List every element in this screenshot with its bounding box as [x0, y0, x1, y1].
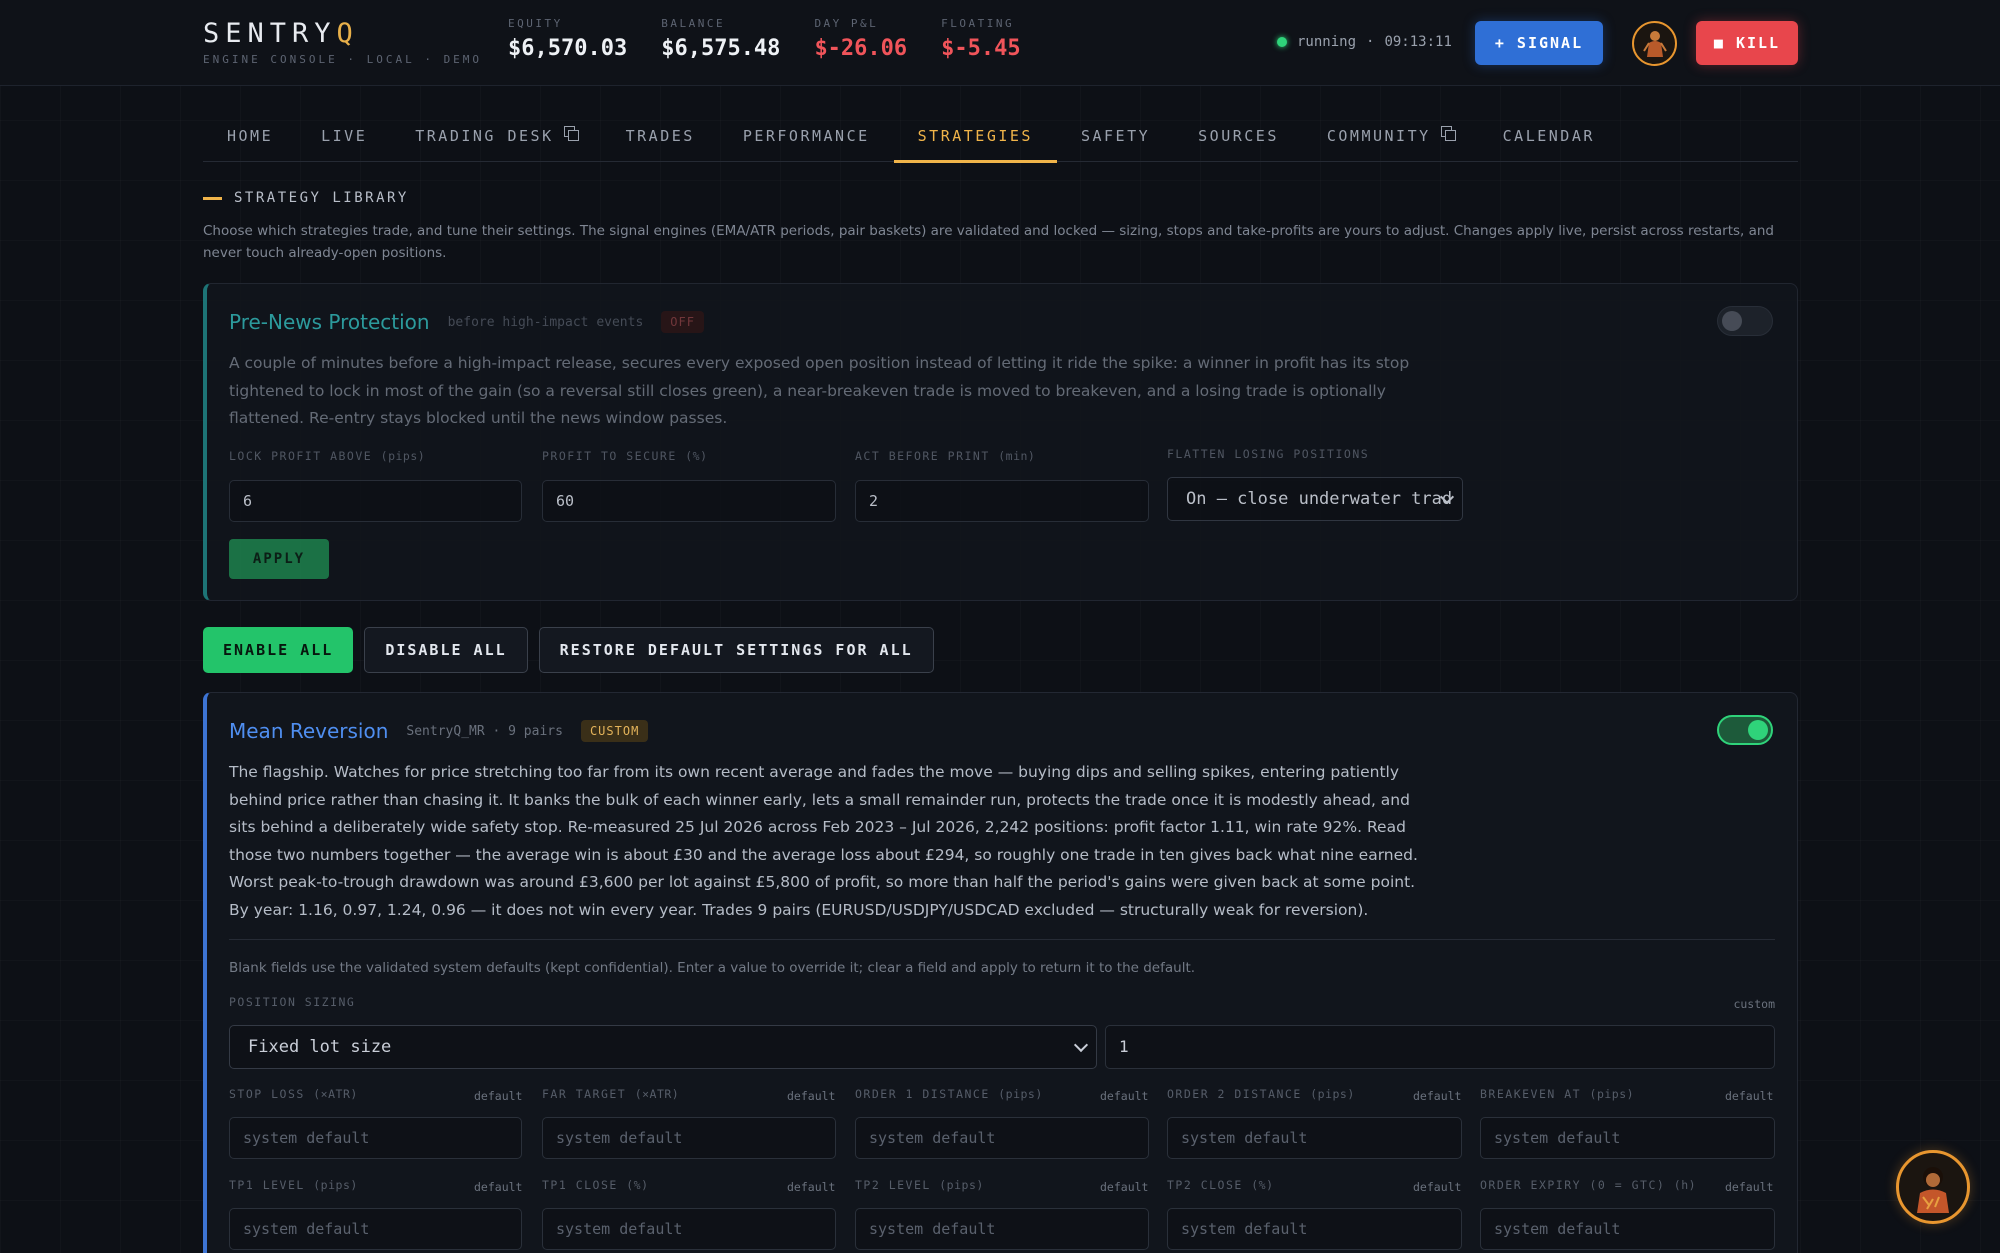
field-label: ORDER 2 DISTANCE (pips): [1167, 1087, 1355, 1101]
strategy-toggle[interactable]: [1717, 715, 1773, 745]
tp1-close-input[interactable]: system default: [542, 1208, 836, 1250]
external-window-icon: [1440, 126, 1456, 141]
brand: SENTRYQ ENGINE CONSOLE · LOCAL · DEMO: [203, 18, 482, 66]
stat-day-pnl: DAY P&L $-26.06: [814, 17, 908, 61]
tab-performance[interactable]: PERFORMANCE: [719, 110, 894, 162]
field-label: BREAKEVEN AT (pips): [1480, 1087, 1635, 1101]
field-label: ORDER EXPIRY (0 = GTC) (h): [1480, 1178, 1697, 1192]
stat-floating: FLOATING $-5.45: [941, 17, 1021, 61]
lock-profit-input[interactable]: 6: [229, 480, 522, 522]
card-meta: SentryQ_MR · 9 pairs: [406, 723, 563, 739]
default-tag: default: [1413, 1089, 1462, 1103]
chevron-down-icon: [1073, 1037, 1089, 1053]
card-header: Pre-News Protection before high-impact e…: [229, 310, 704, 334]
account-stats: EQUITY $6,570.03 BALANCE $6,575.48 DAY P&L…: [508, 17, 1021, 61]
order2-distance-input[interactable]: system default: [1167, 1117, 1462, 1159]
field-label: ORDER 1 DISTANCE (pips): [855, 1087, 1043, 1101]
flatten-losing-select[interactable]: On — close underwater trad: [1167, 477, 1463, 521]
engine-status: running · 09:13:11: [1277, 34, 1452, 50]
bulk-actions: ENABLE ALL DISABLE ALL RESTORE DEFAULT S…: [203, 627, 934, 673]
tab-home[interactable]: HOME: [203, 110, 297, 162]
toggle-knob: [1748, 720, 1768, 740]
toggle-knob: [1722, 311, 1742, 331]
trader-avatar-icon[interactable]: [1632, 21, 1677, 66]
stat-balance: BALANCE $6,575.48: [661, 17, 781, 61]
tab-calendar[interactable]: CALENDAR: [1479, 110, 1619, 162]
card-description: The flagship. Watches for price stretchi…: [229, 763, 1418, 919]
tp1-level-input[interactable]: system default: [229, 1208, 522, 1250]
tab-safety[interactable]: SAFETY: [1057, 110, 1174, 162]
tp2-level-input[interactable]: system default: [855, 1208, 1149, 1250]
field-label: STOP LOSS (×ATR): [229, 1087, 358, 1101]
default-tag: default: [787, 1089, 836, 1103]
stop-loss-input[interactable]: system default: [229, 1117, 522, 1159]
apply-button[interactable]: APPLY: [229, 539, 329, 579]
card-title: Mean Reversion: [229, 719, 389, 743]
tab-trading-desk[interactable]: TRADING DESK: [391, 110, 601, 162]
signal-button[interactable]: + SIGNAL: [1475, 21, 1603, 65]
position-sizing-select[interactable]: Fixed lot size: [229, 1025, 1097, 1069]
field-label: TP2 CLOSE (%): [1167, 1178, 1274, 1192]
restore-defaults-button[interactable]: RESTORE DEFAULT SETTINGS FOR ALL: [538, 627, 934, 673]
default-tag: default: [787, 1180, 836, 1194]
card-header: Mean Reversion SentryQ_MR · 9 pairs CUST…: [229, 719, 649, 743]
field-label: POSITION SIZING: [229, 995, 356, 1009]
field-label: PROFIT TO SECURE (%): [542, 449, 708, 463]
stat-equity: EQUITY $6,570.03: [508, 17, 628, 61]
section-description: Choose which strategies trade, and tune …: [203, 223, 1774, 261]
assistant-avatar-icon[interactable]: [1896, 1150, 1970, 1224]
default-tag: default: [474, 1180, 523, 1194]
mean-reversion-card: Mean Reversion SentryQ_MR · 9 pairs CUST…: [203, 692, 1798, 1253]
enable-all-button[interactable]: ENABLE ALL: [203, 627, 354, 673]
external-window-icon: [563, 126, 579, 141]
tp2-close-input[interactable]: system default: [1167, 1208, 1462, 1250]
default-tag: default: [1100, 1180, 1149, 1194]
field-label: TP2 LEVEL (pips): [855, 1178, 984, 1192]
disable-all-button[interactable]: DISABLE ALL: [364, 627, 528, 673]
brand-logo: SENTRYQ: [203, 18, 359, 49]
field-label: TP1 CLOSE (%): [542, 1178, 649, 1192]
card-title: Pre-News Protection: [229, 310, 430, 334]
kill-button[interactable]: ■ KILL: [1696, 21, 1798, 65]
order-expiry-input[interactable]: system default: [1480, 1208, 1775, 1250]
custom-tag: custom: [1733, 997, 1775, 1011]
card-description: A couple of minutes before a high-impact…: [229, 354, 1410, 427]
defaults-hint: Blank fields use the validated system de…: [229, 960, 1196, 976]
tab-live[interactable]: LIVE: [297, 110, 391, 162]
pre-news-card: Pre-News Protection before high-impact e…: [203, 283, 1798, 601]
main-nav: HOME LIVE TRADING DESK TRADES PERFORMANC…: [203, 110, 1798, 163]
tab-sources[interactable]: SOURCES: [1174, 110, 1303, 162]
status-badge: CUSTOM: [580, 720, 649, 742]
lot-size-input[interactable]: 1: [1105, 1025, 1775, 1069]
breakeven-input[interactable]: system default: [1480, 1117, 1775, 1159]
act-before-print-input[interactable]: 2: [855, 480, 1149, 522]
default-tag: default: [1725, 1089, 1774, 1103]
strategy-toggle[interactable]: [1717, 306, 1773, 336]
profit-to-secure-input[interactable]: 60: [542, 480, 836, 522]
tab-strategies[interactable]: STRATEGIES: [893, 110, 1058, 163]
field-label: FLATTEN LOSING POSITIONS: [1167, 447, 1370, 461]
brand-subtitle: ENGINE CONSOLE · LOCAL · DEMO: [203, 53, 483, 66]
status-badge: OFF: [661, 311, 704, 333]
status-clock: 09:13:11: [1384, 34, 1452, 50]
default-tag: default: [474, 1089, 523, 1103]
far-target-input[interactable]: system default: [542, 1117, 836, 1159]
section-title: STRATEGY LIBRARY: [203, 190, 409, 206]
default-tag: default: [1413, 1180, 1462, 1194]
field-label: FAR TARGET (×ATR): [542, 1087, 680, 1101]
tab-trades[interactable]: TRADES: [602, 110, 719, 162]
top-bar: SENTRYQ ENGINE CONSOLE · LOCAL · DEMO EQ…: [0, 0, 2000, 86]
field-label: TP1 LEVEL (pips): [229, 1178, 358, 1192]
default-tag: default: [1725, 1180, 1774, 1194]
card-meta: before high-impact events: [447, 314, 644, 330]
divider: [229, 939, 1775, 940]
field-label: ACT BEFORE PRINT (min): [855, 449, 1036, 463]
order1-distance-input[interactable]: system default: [855, 1117, 1149, 1159]
tab-community[interactable]: COMMUNITY: [1303, 110, 1479, 162]
status-dot-icon: [1277, 37, 1287, 47]
section-accent-bar: [203, 196, 222, 200]
default-tag: default: [1100, 1089, 1149, 1103]
field-label: LOCK PROFIT ABOVE (pips): [229, 449, 426, 463]
